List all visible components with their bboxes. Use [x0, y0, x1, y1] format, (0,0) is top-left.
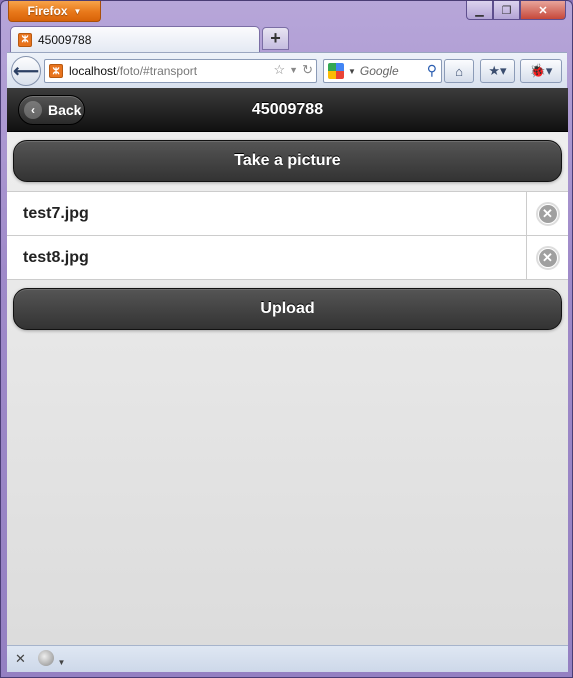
- browser-back-button[interactable]: ⟵: [11, 56, 41, 86]
- addon-icon[interactable]: ▼: [37, 649, 65, 669]
- list-item[interactable]: test8.jpg ✕: [7, 236, 568, 280]
- tab-title: 45009788: [38, 32, 92, 47]
- window-controls: ▁ ❐ ✕: [466, 1, 566, 20]
- url-path: /foto/#transport: [116, 64, 198, 78]
- delete-button[interactable]: ✕: [526, 192, 568, 235]
- file-name: test7.jpg: [23, 205, 89, 222]
- file-name: test8.jpg: [23, 249, 89, 266]
- bookmarks-icon: ★▾: [488, 63, 507, 78]
- minimize-button[interactable]: ▁: [466, 1, 493, 20]
- page-content: 45009788 ‹ Back Take a picture test7.jpg…: [7, 88, 568, 645]
- arrow-left-icon: ⟵: [13, 60, 39, 81]
- navigation-toolbar: ⟵ ⵣ localhost/foto/#transport ☆ ▼ ↻ ▼ Go…: [7, 52, 567, 88]
- new-tab-button[interactable]: +: [262, 27, 289, 50]
- bookmark-star-icon[interactable]: ☆: [274, 62, 286, 78]
- google-icon[interactable]: [328, 63, 344, 79]
- back-button-label: Back: [48, 102, 82, 118]
- firefox-menu-button[interactable]: Firefox ▼: [8, 1, 101, 22]
- take-picture-button[interactable]: Take a picture: [13, 140, 562, 182]
- delete-icon: ✕: [535, 245, 560, 270]
- maximize-button[interactable]: ❐: [493, 1, 520, 20]
- firebug-icon: 🐞▾: [529, 63, 553, 78]
- addon-button[interactable]: 🐞▾: [520, 59, 562, 83]
- status-bar: ✕ ▼: [7, 645, 568, 672]
- xampp-favicon-icon: ⵣ: [18, 32, 32, 47]
- search-engine-dropdown-icon[interactable]: ▼: [348, 67, 356, 76]
- address-bar[interactable]: ⵣ localhost/foto/#transport ☆ ▼ ↻: [44, 59, 317, 83]
- search-icon[interactable]: ⚲: [427, 62, 437, 79]
- chevron-down-icon: ▼: [73, 6, 82, 16]
- dropdown-arrow-icon[interactable]: ▼: [289, 65, 298, 75]
- home-button[interactable]: ⌂: [444, 59, 474, 83]
- bookmarks-button[interactable]: ★▾: [480, 59, 515, 83]
- site-favicon-icon: ⵣ: [49, 64, 63, 78]
- file-list: test7.jpg ✕ test8.jpg ✕: [7, 191, 568, 280]
- home-icon: ⌂: [455, 63, 463, 79]
- browser-window: Firefox ▼ ▁ ❐ ✕ ⵣ 45009788 + ⟵ ⵣ localho…: [0, 0, 573, 678]
- firefox-menu-label: Firefox: [27, 4, 68, 18]
- url-host: localhost: [69, 64, 117, 78]
- chevron-left-icon: ‹: [24, 101, 42, 119]
- take-picture-label: Take a picture: [234, 152, 341, 169]
- upload-button[interactable]: Upload: [13, 288, 562, 330]
- reload-icon[interactable]: ↻: [302, 62, 313, 78]
- delete-button[interactable]: ✕: [526, 236, 568, 279]
- page-header: 45009788 ‹ Back: [7, 88, 568, 132]
- list-item[interactable]: test7.jpg ✕: [7, 192, 568, 236]
- search-field[interactable]: ▼ Google ⚲: [323, 59, 442, 83]
- back-button[interactable]: ‹ Back: [18, 95, 85, 125]
- close-addon-bar-icon[interactable]: ✕: [15, 651, 26, 667]
- upload-label: Upload: [260, 300, 315, 317]
- delete-icon: ✕: [535, 201, 560, 226]
- browser-tab[interactable]: ⵣ 45009788: [10, 26, 260, 52]
- search-placeholder: Google: [359, 64, 399, 78]
- page-title: 45009788: [251, 101, 324, 118]
- close-window-button[interactable]: ✕: [520, 1, 566, 20]
